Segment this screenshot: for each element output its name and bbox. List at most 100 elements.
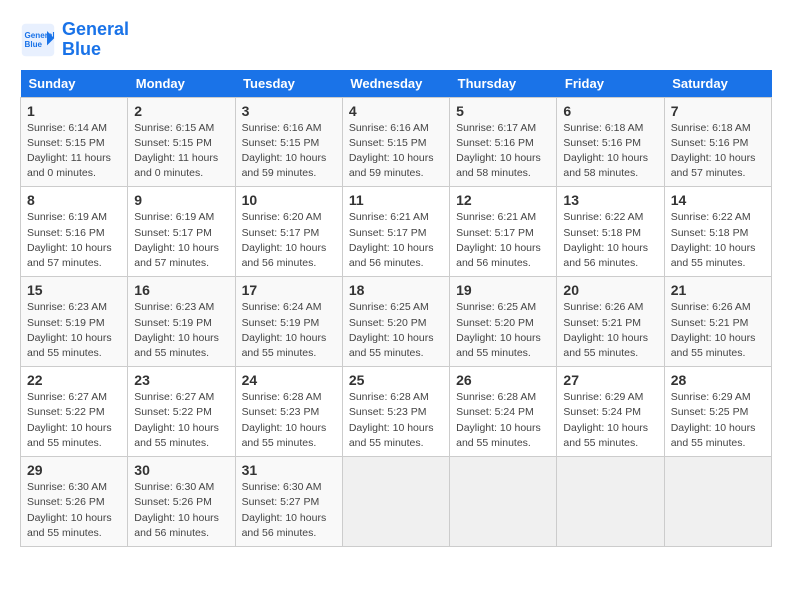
svg-text:Blue: Blue xyxy=(25,40,43,49)
day-info: Sunrise: 6:21 AMSunset: 5:17 PMDaylight:… xyxy=(456,210,550,271)
calendar-cell: 4 Sunrise: 6:16 AMSunset: 5:15 PMDaylight… xyxy=(342,97,449,187)
day-info: Sunrise: 6:24 AMSunset: 5:19 PMDaylight:… xyxy=(242,300,336,361)
day-number: 25 xyxy=(349,372,443,388)
day-number: 6 xyxy=(563,103,657,119)
day-number: 24 xyxy=(242,372,336,388)
day-info: Sunrise: 6:22 AMSunset: 5:18 PMDaylight:… xyxy=(671,210,765,271)
logo-wordmark: GeneralBlue xyxy=(62,20,129,60)
day-info: Sunrise: 6:20 AMSunset: 5:17 PMDaylight:… xyxy=(242,210,336,271)
day-info: Sunrise: 6:27 AMSunset: 5:22 PMDaylight:… xyxy=(134,390,228,451)
day-number: 14 xyxy=(671,192,765,208)
calendar-cell: 14 Sunrise: 6:22 AMSunset: 5:18 PMDayligh… xyxy=(664,187,771,277)
week-row-1: 1 Sunrise: 6:14 AMSunset: 5:15 PMDaylight… xyxy=(21,97,772,187)
day-number: 13 xyxy=(563,192,657,208)
day-number: 8 xyxy=(27,192,121,208)
day-info: Sunrise: 6:23 AMSunset: 5:19 PMDaylight:… xyxy=(134,300,228,361)
day-number: 7 xyxy=(671,103,765,119)
calendar-cell: 8 Sunrise: 6:19 AMSunset: 5:16 PMDaylight… xyxy=(21,187,128,277)
day-info: Sunrise: 6:16 AMSunset: 5:15 PMDaylight:… xyxy=(242,121,336,182)
calendar-cell: 6 Sunrise: 6:18 AMSunset: 5:16 PMDaylight… xyxy=(557,97,664,187)
calendar-cell: 13 Sunrise: 6:22 AMSunset: 5:18 PMDayligh… xyxy=(557,187,664,277)
day-info: Sunrise: 6:25 AMSunset: 5:20 PMDaylight:… xyxy=(349,300,443,361)
calendar-cell: 21 Sunrise: 6:26 AMSunset: 5:21 PMDayligh… xyxy=(664,277,771,367)
day-header-saturday: Saturday xyxy=(664,70,771,98)
day-header-friday: Friday xyxy=(557,70,664,98)
week-row-2: 8 Sunrise: 6:19 AMSunset: 5:16 PMDaylight… xyxy=(21,187,772,277)
day-info: Sunrise: 6:30 AMSunset: 5:27 PMDaylight:… xyxy=(242,480,336,541)
day-info: Sunrise: 6:30 AMSunset: 5:26 PMDaylight:… xyxy=(134,480,228,541)
day-info: Sunrise: 6:26 AMSunset: 5:21 PMDaylight:… xyxy=(671,300,765,361)
day-number: 17 xyxy=(242,282,336,298)
calendar-cell: 18Sunrise: 6:25 AMSunset: 5:20 PMDayligh… xyxy=(342,277,449,367)
day-info: Sunrise: 6:14 AMSunset: 5:15 PMDaylight:… xyxy=(27,121,121,182)
day-number: 4 xyxy=(349,103,443,119)
calendar-cell: 7 Sunrise: 6:18 AMSunset: 5:16 PMDaylight… xyxy=(664,97,771,187)
day-header-thursday: Thursday xyxy=(450,70,557,98)
calendar-cell: 20 Sunrise: 6:26 AMSunset: 5:21 PMDayligh… xyxy=(557,277,664,367)
calendar-cell: 16 Sunrise: 6:23 AMSunset: 5:19 PMDayligh… xyxy=(128,277,235,367)
calendar-cell: 5 Sunrise: 6:17 AMSunset: 5:16 PMDaylight… xyxy=(450,97,557,187)
day-number: 16 xyxy=(134,282,228,298)
calendar-cell: 25Sunrise: 6:28 AMSunset: 5:23 PMDayligh… xyxy=(342,367,449,457)
calendar-cell xyxy=(342,457,449,547)
day-header-tuesday: Tuesday xyxy=(235,70,342,98)
calendar-cell: 31 Sunrise: 6:30 AMSunset: 5:27 PMDayligh… xyxy=(235,457,342,547)
day-info: Sunrise: 6:28 AMSunset: 5:24 PMDaylight:… xyxy=(456,390,550,451)
logo: General Blue GeneralBlue xyxy=(20,20,129,60)
calendar-cell: 9 Sunrise: 6:19 AMSunset: 5:17 PMDaylight… xyxy=(128,187,235,277)
calendar-cell: 24 Sunrise: 6:28 AMSunset: 5:23 PMDayligh… xyxy=(235,367,342,457)
week-row-3: 15 Sunrise: 6:23 AMSunset: 5:19 PMDayligh… xyxy=(21,277,772,367)
day-number: 27 xyxy=(563,372,657,388)
day-number: 10 xyxy=(242,192,336,208)
calendar-cell: 27 Sunrise: 6:29 AMSunset: 5:24 PMDayligh… xyxy=(557,367,664,457)
day-number: 9 xyxy=(134,192,228,208)
week-row-5: 29 Sunrise: 6:30 AMSunset: 5:26 PMDayligh… xyxy=(21,457,772,547)
day-number: 20 xyxy=(563,282,657,298)
day-number: 21 xyxy=(671,282,765,298)
calendar-cell: 10 Sunrise: 6:20 AMSunset: 5:17 PMDayligh… xyxy=(235,187,342,277)
day-info: Sunrise: 6:28 AMSunset: 5:23 PMDaylight:… xyxy=(242,390,336,451)
day-header-sunday: Sunday xyxy=(21,70,128,98)
day-number: 31 xyxy=(242,462,336,478)
day-info: Sunrise: 6:18 AMSunset: 5:16 PMDaylight:… xyxy=(563,121,657,182)
calendar-cell: 17 Sunrise: 6:24 AMSunset: 5:19 PMDayligh… xyxy=(235,277,342,367)
day-info: Sunrise: 6:15 AMSunset: 5:15 PMDaylight:… xyxy=(134,121,228,182)
days-header-row: SundayMondayTuesdayWednesdayThursdayFrid… xyxy=(21,70,772,98)
calendar-cell xyxy=(664,457,771,547)
day-number: 3 xyxy=(242,103,336,119)
calendar-cell: 28Sunrise: 6:29 AMSunset: 5:25 PMDayligh… xyxy=(664,367,771,457)
day-info: Sunrise: 6:17 AMSunset: 5:16 PMDaylight:… xyxy=(456,121,550,182)
day-info: Sunrise: 6:19 AMSunset: 5:17 PMDaylight:… xyxy=(134,210,228,271)
day-number: 1 xyxy=(27,103,121,119)
day-info: Sunrise: 6:16 AMSunset: 5:15 PMDaylight:… xyxy=(349,121,443,182)
day-info: Sunrise: 6:25 AMSunset: 5:20 PMDaylight:… xyxy=(456,300,550,361)
logo-icon: General Blue xyxy=(20,22,56,58)
calendar-cell: 2Sunrise: 6:15 AMSunset: 5:15 PMDaylight… xyxy=(128,97,235,187)
day-info: Sunrise: 6:23 AMSunset: 5:19 PMDaylight:… xyxy=(27,300,121,361)
day-info: Sunrise: 6:29 AMSunset: 5:24 PMDaylight:… xyxy=(563,390,657,451)
day-info: Sunrise: 6:22 AMSunset: 5:18 PMDaylight:… xyxy=(563,210,657,271)
calendar-cell: 19 Sunrise: 6:25 AMSunset: 5:20 PMDayligh… xyxy=(450,277,557,367)
calendar-cell: 15 Sunrise: 6:23 AMSunset: 5:19 PMDayligh… xyxy=(21,277,128,367)
day-info: Sunrise: 6:29 AMSunset: 5:25 PMDaylight:… xyxy=(671,390,765,451)
calendar-cell xyxy=(557,457,664,547)
day-info: Sunrise: 6:26 AMSunset: 5:21 PMDaylight:… xyxy=(563,300,657,361)
day-info: Sunrise: 6:19 AMSunset: 5:16 PMDaylight:… xyxy=(27,210,121,271)
day-header-monday: Monday xyxy=(128,70,235,98)
day-info: Sunrise: 6:18 AMSunset: 5:16 PMDaylight:… xyxy=(671,121,765,182)
day-number: 22 xyxy=(27,372,121,388)
day-number: 23 xyxy=(134,372,228,388)
calendar-cell: 26Sunrise: 6:28 AMSunset: 5:24 PMDayligh… xyxy=(450,367,557,457)
day-number: 15 xyxy=(27,282,121,298)
calendar-cell: 29Sunrise: 6:30 AMSunset: 5:26 PMDayligh… xyxy=(21,457,128,547)
day-number: 19 xyxy=(456,282,550,298)
calendar-cell: 1 Sunrise: 6:14 AMSunset: 5:15 PMDaylight… xyxy=(21,97,128,187)
day-info: Sunrise: 6:21 AMSunset: 5:17 PMDaylight:… xyxy=(349,210,443,271)
day-number: 29 xyxy=(27,462,121,478)
day-info: Sunrise: 6:27 AMSunset: 5:22 PMDaylight:… xyxy=(27,390,121,451)
calendar-cell: 12Sunrise: 6:21 AMSunset: 5:17 PMDayligh… xyxy=(450,187,557,277)
day-number: 5 xyxy=(456,103,550,119)
calendar-cell: 22 Sunrise: 6:27 AMSunset: 5:22 PMDayligh… xyxy=(21,367,128,457)
week-row-4: 22 Sunrise: 6:27 AMSunset: 5:22 PMDayligh… xyxy=(21,367,772,457)
calendar-cell: 30Sunrise: 6:30 AMSunset: 5:26 PMDayligh… xyxy=(128,457,235,547)
